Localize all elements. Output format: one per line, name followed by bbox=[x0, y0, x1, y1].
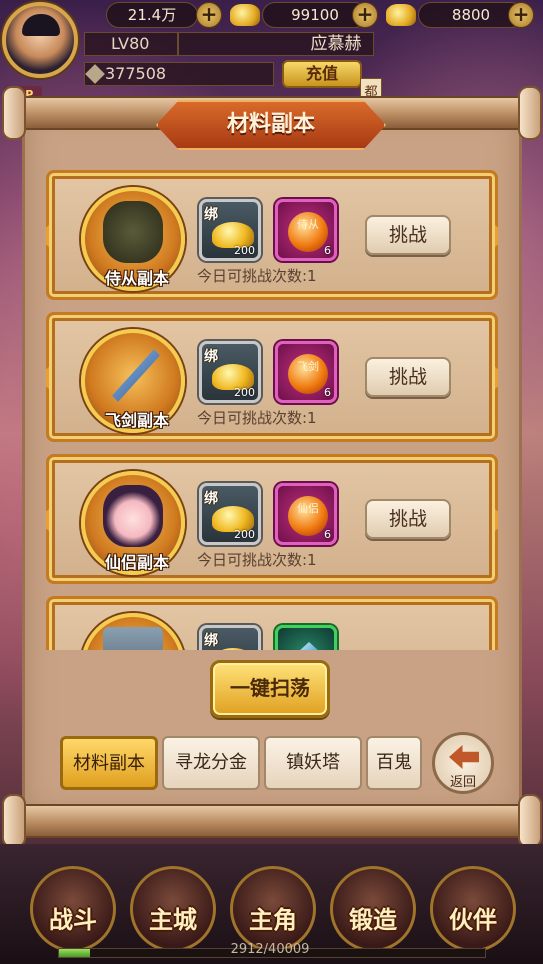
attempts-remaining: 今日可挑战次数:1 bbox=[197, 409, 317, 427]
reward-count: 200 bbox=[234, 528, 255, 541]
card-ornament bbox=[46, 225, 49, 247]
reward-slot-gold[interactable]: 绑 200 bbox=[199, 483, 261, 545]
card-ornament bbox=[495, 509, 498, 531]
attempts-remaining: 今日可挑战次数:1 bbox=[197, 551, 317, 569]
bind-tag: 绑 bbox=[204, 491, 218, 507]
scroll-cap bbox=[518, 794, 542, 848]
recharge-button[interactable]: 充值 bbox=[282, 60, 362, 88]
exp-text: 2912/40009 bbox=[230, 942, 310, 957]
card-ornament bbox=[46, 367, 49, 389]
dungeon-name: 仙侣副本 bbox=[104, 553, 169, 572]
crystal-icon bbox=[296, 642, 322, 650]
tab-material-dungeon[interactable]: 材料副本 bbox=[60, 736, 158, 790]
card-ornament bbox=[495, 225, 498, 247]
reward-slot-gold[interactable]: 绑 200 bbox=[199, 341, 261, 403]
dungeon-portrait[interactable] bbox=[81, 613, 185, 650]
orb-icon: 飞剑 bbox=[288, 354, 328, 394]
power-bar: 377508 bbox=[84, 62, 274, 86]
challenge-button[interactable]: 挑战 bbox=[365, 215, 451, 255]
top-hud: 21.4万 + 99100 + 8800 + LV80 应慕赫 377508 充… bbox=[0, 0, 543, 110]
flying-sword-icon bbox=[112, 349, 160, 402]
player-name: 应慕赫 bbox=[310, 34, 362, 54]
divider bbox=[177, 33, 179, 55]
add-bound-gold-button[interactable]: + bbox=[508, 2, 534, 28]
reward-slot-orb[interactable]: 仙侣 6 bbox=[275, 483, 337, 545]
dungeon-tabs: 材料副本 寻龙分金 镇妖塔 百鬼 bbox=[58, 736, 428, 790]
tab-hundred-ghosts[interactable]: 百鬼 bbox=[366, 736, 422, 790]
reward-count: 200 bbox=[234, 386, 255, 399]
sweep-all-button[interactable]: 一键扫荡 bbox=[210, 660, 330, 718]
reward-slot-orb[interactable]: 侍从 6 bbox=[275, 199, 337, 261]
reward-slot-crystal[interactable] bbox=[275, 625, 337, 650]
dungeon-card: 侍从副本 绑 200 侍从 6 挑战 今日可挑战次数:1 bbox=[46, 170, 498, 300]
add-silver-button[interactable]: + bbox=[196, 2, 222, 28]
reward-slot-gold[interactable]: 绑 200 bbox=[199, 199, 261, 261]
companion-face-icon bbox=[103, 485, 163, 547]
challenge-button[interactable]: 挑战 bbox=[365, 499, 451, 539]
challenge-button[interactable]: 挑战 bbox=[365, 357, 451, 397]
tab-demon-tower[interactable]: 镇妖塔 bbox=[264, 736, 362, 790]
reward-count: 6 bbox=[324, 528, 331, 541]
bound-gold-icon bbox=[386, 4, 416, 26]
dungeon-name: 飞剑副本 bbox=[104, 411, 169, 430]
power-icon bbox=[85, 64, 105, 84]
dungeon-card: 仙侣副本 绑 200 仙侣 6 挑战 今日可挑战次数:1 bbox=[46, 454, 498, 584]
nav-partner-label: 伙伴 bbox=[449, 906, 497, 934]
warrior-helmet-icon bbox=[103, 201, 163, 263]
gold-ingot-icon bbox=[212, 648, 254, 650]
level-name-bar: LV80 应慕赫 bbox=[84, 32, 374, 56]
scroll-rod-bottom bbox=[6, 804, 538, 838]
bind-tag: 绑 bbox=[204, 207, 218, 223]
dungeon-list[interactable]: 侍从副本 绑 200 侍从 6 挑战 今日可挑战次数:1 飞剑副本 绑 200 … bbox=[46, 162, 498, 650]
back-arrow-icon bbox=[449, 745, 479, 769]
reward-slot-gold[interactable]: 绑 bbox=[199, 625, 261, 650]
card-ornament bbox=[46, 509, 49, 531]
silver-amount: 21.4万 bbox=[106, 2, 198, 28]
dungeon-name: 侍从副本 bbox=[104, 269, 169, 288]
dungeon-card: 绑 bbox=[46, 596, 498, 650]
back-label: 返回 bbox=[449, 775, 476, 790]
reward-count: 200 bbox=[234, 244, 255, 257]
dungeon-card: 飞剑副本 绑 200 飞剑 6 挑战 今日可挑战次数:1 bbox=[46, 312, 498, 442]
card-ornament bbox=[495, 367, 498, 389]
nav-city-label: 主城 bbox=[149, 906, 197, 934]
bind-tag: 绑 bbox=[204, 349, 218, 365]
player-avatar[interactable] bbox=[2, 2, 78, 78]
back-button[interactable]: 返回 bbox=[432, 732, 494, 794]
reward-slot-orb[interactable]: 飞剑 6 bbox=[275, 341, 337, 403]
nav-hero-label: 主角 bbox=[249, 906, 297, 934]
nav-battle-label: 战斗 bbox=[49, 906, 97, 934]
orb-icon: 仙侣 bbox=[288, 496, 328, 536]
power-value: 377508 bbox=[105, 64, 167, 83]
panel-title: 材料副本 bbox=[226, 112, 315, 137]
gold-ingot-icon bbox=[230, 4, 260, 26]
orb-icon: 侍从 bbox=[288, 212, 328, 252]
anvil-icon bbox=[103, 627, 163, 650]
reward-count: 6 bbox=[324, 244, 331, 257]
exp-fill bbox=[59, 949, 91, 957]
scroll-cap bbox=[518, 86, 542, 140]
scroll-cap bbox=[2, 794, 26, 848]
bind-tag: 绑 bbox=[204, 633, 218, 649]
nav-forge-label: 锻造 bbox=[349, 906, 397, 934]
add-gold-button[interactable]: + bbox=[352, 2, 378, 28]
attempts-remaining: 今日可挑战次数:1 bbox=[197, 267, 317, 285]
reward-count: 6 bbox=[324, 386, 331, 399]
tab-dragon-hunt[interactable]: 寻龙分金 bbox=[162, 736, 260, 790]
scroll-cap bbox=[2, 86, 26, 140]
player-level: LV80 bbox=[111, 34, 150, 53]
